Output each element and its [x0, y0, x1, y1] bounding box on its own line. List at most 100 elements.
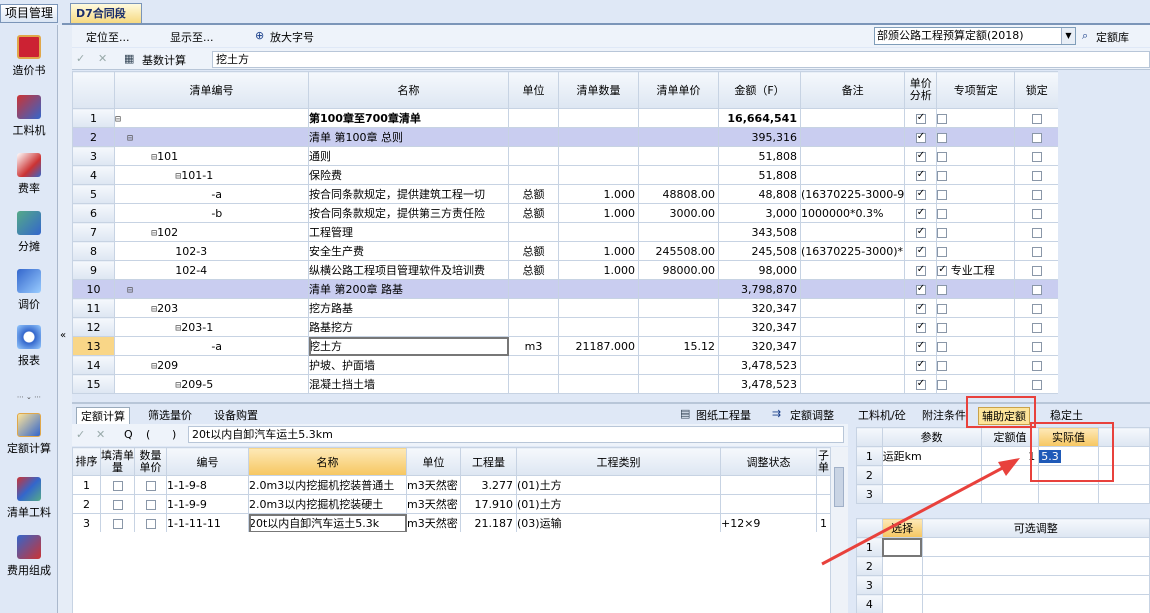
special-cell[interactable] — [936, 336, 1016, 356]
col-header-param[interactable]: 参数 — [881, 427, 982, 447]
collapse-arrow-icon[interactable]: « — [60, 330, 66, 341]
analysis-cell[interactable] — [904, 279, 938, 299]
table-row[interactable]: 1 — [856, 537, 1150, 557]
col-header-adjust-status[interactable]: 调整状态 — [720, 447, 817, 476]
special-checkbox[interactable] — [937, 113, 948, 124]
code-cell[interactable]: ⊟ — [114, 127, 309, 147]
lock-cell[interactable] — [1014, 241, 1060, 261]
table-row[interactable]: 6 -b 按合同条款规定，提供第三方责任险 总额 1.000 3000.00 3,000 1… — [72, 203, 1060, 223]
quota-value-cell[interactable] — [980, 484, 1040, 504]
analysis-checkbox[interactable] — [915, 245, 926, 257]
lock-checkbox[interactable] — [1031, 132, 1042, 143]
analysis-cell[interactable] — [904, 127, 938, 147]
table-row[interactable]: 10 ⊟ 清单 第200章 路基 3,798,870 — [72, 279, 1060, 299]
lock-checkbox[interactable] — [1031, 246, 1042, 257]
price-cell[interactable] — [638, 222, 719, 242]
analysis-cell[interactable] — [904, 260, 938, 280]
tree-toggle-icon[interactable]: ⊟ — [116, 114, 122, 125]
analysis-checkbox[interactable] — [915, 283, 926, 295]
row-number[interactable]: 13 — [72, 336, 115, 356]
note-cell[interactable] — [799, 108, 906, 128]
table-row[interactable]: 15 ⊟209-5 混凝土挡土墙 3,478,523 — [72, 374, 1060, 394]
name-cell[interactable]: 通则 — [308, 146, 509, 166]
lock-cell[interactable] — [1014, 298, 1060, 318]
price-cell[interactable] — [638, 165, 719, 185]
table-row[interactable]: 3 1-1-11-11 20t以内自卸汽车运土5.3k m3天然密 21.187 (03)… — [72, 513, 831, 533]
chevron-down-icon[interactable]: ▼ — [1061, 28, 1075, 44]
unit-cell[interactable]: m3 — [508, 336, 559, 356]
row-number[interactable]: 1 — [856, 446, 883, 466]
special-checkbox[interactable] — [937, 360, 948, 371]
code-cell[interactable]: ⊟203 — [114, 298, 309, 318]
lock-cell[interactable] — [1014, 203, 1060, 223]
qty-cell[interactable] — [558, 146, 639, 166]
table-row[interactable]: 13 -a 挖土方 m3 21187.000 15.12 320,347 — [72, 336, 1060, 356]
table-row[interactable]: 1 1-1-9-8 2.0m3以内挖掘机挖装普通土 m3天然密 3.277 (01)土方 — [72, 475, 831, 495]
analysis-cell[interactable] — [904, 203, 938, 223]
amount-cell[interactable]: 395,316 — [718, 127, 801, 147]
sidebar-item-bill-materials[interactable]: 清单工料 — [0, 477, 58, 520]
price-cell[interactable] — [638, 127, 719, 147]
adjust-status-cell[interactable]: +12×9 — [720, 513, 817, 533]
unit-cell[interactable]: 总额 — [508, 184, 559, 204]
param-cell[interactable] — [881, 465, 982, 485]
table-row[interactable]: 3 — [856, 575, 1150, 595]
table-row[interactable]: 3 ⊟101 通则 51,808 — [72, 146, 1060, 166]
analysis-cell[interactable] — [904, 317, 938, 337]
col-header-fill-qty[interactable]: 填清单量 — [100, 447, 135, 476]
row-number[interactable]: 12 — [72, 317, 115, 337]
analysis-cell[interactable] — [904, 374, 938, 394]
tab-filter-price[interactable]: 筛选量价 — [148, 407, 192, 423]
col-header-qty[interactable]: 清单数量 — [558, 71, 639, 109]
unit-cell[interactable] — [508, 108, 559, 128]
unit-cell[interactable]: m3天然密 — [406, 475, 461, 495]
row-number[interactable]: 5 — [72, 184, 115, 204]
select-cell[interactable] — [881, 594, 923, 613]
sub-cell[interactable] — [816, 494, 831, 514]
analysis-checkbox[interactable] — [915, 302, 926, 314]
special-checkbox[interactable] — [937, 132, 948, 143]
analysis-cell[interactable] — [904, 241, 938, 261]
unit-cell[interactable] — [508, 222, 559, 242]
tab-notes[interactable]: 附注条件 — [922, 407, 966, 423]
col-header-special[interactable]: 专项暂定 — [936, 71, 1016, 109]
tree-toggle-icon[interactable]: ⊟ — [116, 228, 157, 239]
param-cell[interactable] — [881, 484, 982, 504]
sidebar-item-price-adjust[interactable]: 调价 — [0, 269, 58, 312]
qty-cell[interactable] — [558, 355, 639, 375]
qty-cell[interactable]: 1.000 — [558, 203, 639, 223]
code-cell[interactable]: ⊟101 — [114, 146, 309, 166]
code-cell[interactable]: ⊟209 — [114, 355, 309, 375]
special-cell[interactable] — [936, 127, 1016, 147]
qty-cell[interactable] — [558, 108, 639, 128]
unit-cell[interactable]: 总额 — [508, 241, 559, 261]
order-cell[interactable]: 2 — [72, 494, 101, 514]
table-row[interactable]: 2 ⊟ 清单 第100章 总则 395,316 — [72, 127, 1060, 147]
select-cell[interactable] — [881, 575, 923, 595]
row-number[interactable]: 9 — [72, 260, 115, 280]
lock-cell[interactable] — [1014, 336, 1060, 356]
sidebar-splitter-icon[interactable]: ⋯ ⌄ ⋯ — [0, 393, 58, 401]
special-cell[interactable] — [936, 184, 1016, 204]
tab-equipment[interactable]: 设备购置 — [214, 407, 258, 423]
name-cell[interactable]: 清单 第100章 总则 — [308, 127, 509, 147]
analysis-checkbox[interactable] — [915, 150, 926, 162]
note-cell[interactable] — [799, 279, 906, 299]
row-number[interactable]: 1 — [72, 108, 115, 128]
cancel-icon[interactable]: ✕ — [98, 52, 107, 65]
tab-materials-concrete[interactable]: 工料机/砼 — [858, 407, 906, 423]
note-cell[interactable] — [799, 165, 906, 185]
col-header-sub[interactable]: 子单 — [816, 447, 831, 476]
table-row[interactable]: 5 -a 按合同条款规定，提供建筑工程一切 总额 1.000 48808.00 48,80… — [72, 184, 1060, 204]
open-paren-button[interactable]: ( — [146, 428, 150, 441]
special-cell[interactable] — [936, 203, 1016, 223]
code-cell[interactable]: -a — [114, 336, 309, 356]
tree-toggle-icon[interactable] — [116, 266, 176, 277]
tree-toggle-icon[interactable]: ⊟ — [116, 133, 133, 144]
note-cell[interactable]: (16370225-3000-9 — [799, 184, 906, 204]
amount-cell[interactable]: 3,478,523 — [718, 355, 801, 375]
optional-adjust-cell[interactable] — [921, 556, 1150, 576]
qty-cell[interactable]: 1.000 — [558, 184, 639, 204]
tree-toggle-icon[interactable]: ⊟ — [116, 152, 157, 163]
qty-cell[interactable] — [558, 165, 639, 185]
